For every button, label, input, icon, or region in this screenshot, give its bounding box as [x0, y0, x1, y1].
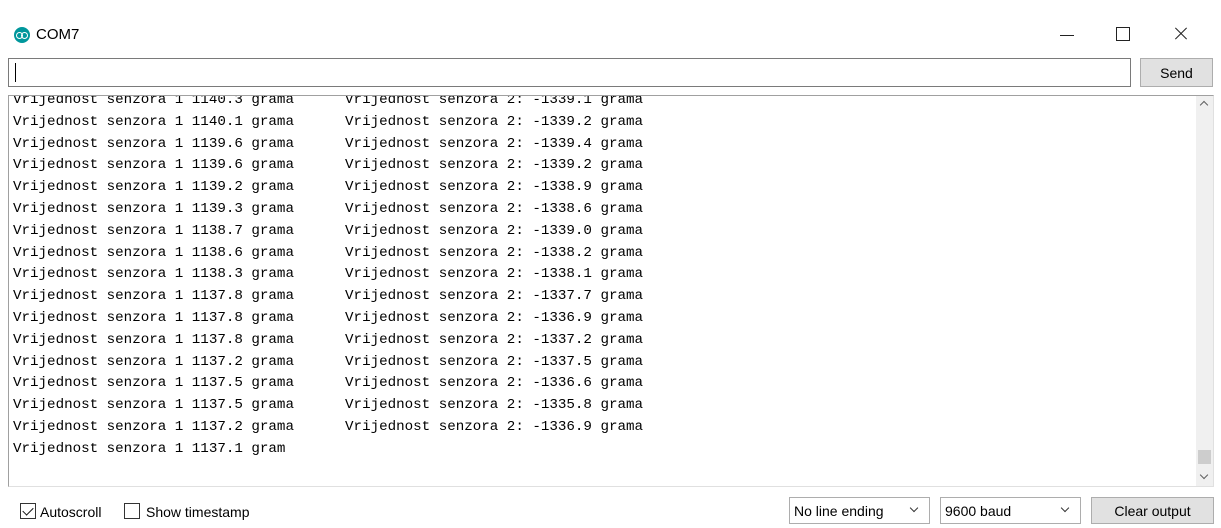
line-ending-value: No line ending	[794, 503, 884, 519]
output-line: Vrijednost senzora 1 1138.3 grama Vrijed…	[13, 266, 644, 283]
scroll-thumb[interactable]	[1198, 450, 1211, 464]
output-lines: Vrijednost senzora 1 1140.3 grama Vrijed…	[13, 95, 1193, 461]
output-line: Vrijednost senzora 1 1137.5 grama Vrijed…	[13, 397, 644, 414]
output-line: Vrijednost senzora 1 1138.6 grama Vrijed…	[13, 244, 644, 261]
maximize-icon[interactable]	[1108, 20, 1138, 46]
chevron-down-icon	[1060, 503, 1070, 513]
serial-output[interactable]: Vrijednost senzora 1 1140.3 grama Vrijed…	[8, 95, 1214, 487]
status-bar: Autoscroll Show timestamp No line ending…	[0, 492, 1221, 528]
clear-output-button[interactable]: Clear output	[1091, 497, 1214, 524]
autoscroll-label[interactable]: Autoscroll	[40, 504, 101, 520]
baud-rate-value: 9600 baud	[945, 503, 1012, 519]
window-title: COM7	[36, 26, 80, 43]
scroll-down-icon[interactable]	[1196, 469, 1213, 486]
output-line: Vrijednost senzora 1 1137.1 gram	[13, 440, 286, 457]
output-line: Vrijednost senzora 1 1137.8 grama Vrijed…	[13, 309, 644, 326]
vertical-scrollbar[interactable]	[1196, 96, 1213, 486]
output-line: Vrijednost senzora 1 1137.8 grama Vrijed…	[13, 331, 644, 348]
show-timestamp-label[interactable]: Show timestamp	[146, 504, 249, 520]
output-line: Vrijednost senzora 1 1137.5 grama Vrijed…	[13, 375, 644, 392]
autoscroll-checkbox[interactable]	[20, 503, 36, 519]
output-line: Vrijednost senzora 1 1140.3 grama Vrijed…	[13, 95, 644, 108]
output-line: Vrijednost senzora 1 1138.7 grama Vrijed…	[13, 222, 644, 239]
minimize-icon[interactable]	[1052, 20, 1082, 46]
close-icon[interactable]	[1166, 20, 1196, 46]
title-bar: COM7	[0, 0, 1221, 56]
scroll-up-icon[interactable]	[1196, 96, 1213, 113]
output-line: Vrijednost senzora 1 1139.6 grama Vrijed…	[13, 135, 644, 152]
show-timestamp-checkbox[interactable]	[124, 503, 140, 519]
send-input[interactable]	[8, 58, 1131, 87]
output-line: Vrijednost senzora 1 1137.2 grama Vrijed…	[13, 418, 644, 435]
output-line: Vrijednost senzora 1 1139.6 grama Vrijed…	[13, 157, 644, 174]
output-line: Vrijednost senzora 1 1140.1 grama Vrijed…	[13, 113, 644, 130]
check-icon	[22, 504, 34, 516]
baud-rate-select[interactable]: 9600 baud	[940, 497, 1081, 524]
output-line: Vrijednost senzora 1 1137.2 grama Vrijed…	[13, 353, 644, 370]
arduino-logo-icon	[14, 27, 30, 43]
output-line: Vrijednost senzora 1 1139.2 grama Vrijed…	[13, 179, 644, 196]
output-line: Vrijednost senzora 1 1139.3 grama Vrijed…	[13, 200, 644, 217]
output-line: Vrijednost senzora 1 1137.8 grama Vrijed…	[13, 288, 644, 305]
line-ending-select[interactable]: No line ending	[789, 497, 930, 524]
send-button[interactable]: Send	[1140, 58, 1213, 87]
text-caret	[15, 63, 16, 82]
chevron-down-icon	[909, 503, 919, 513]
